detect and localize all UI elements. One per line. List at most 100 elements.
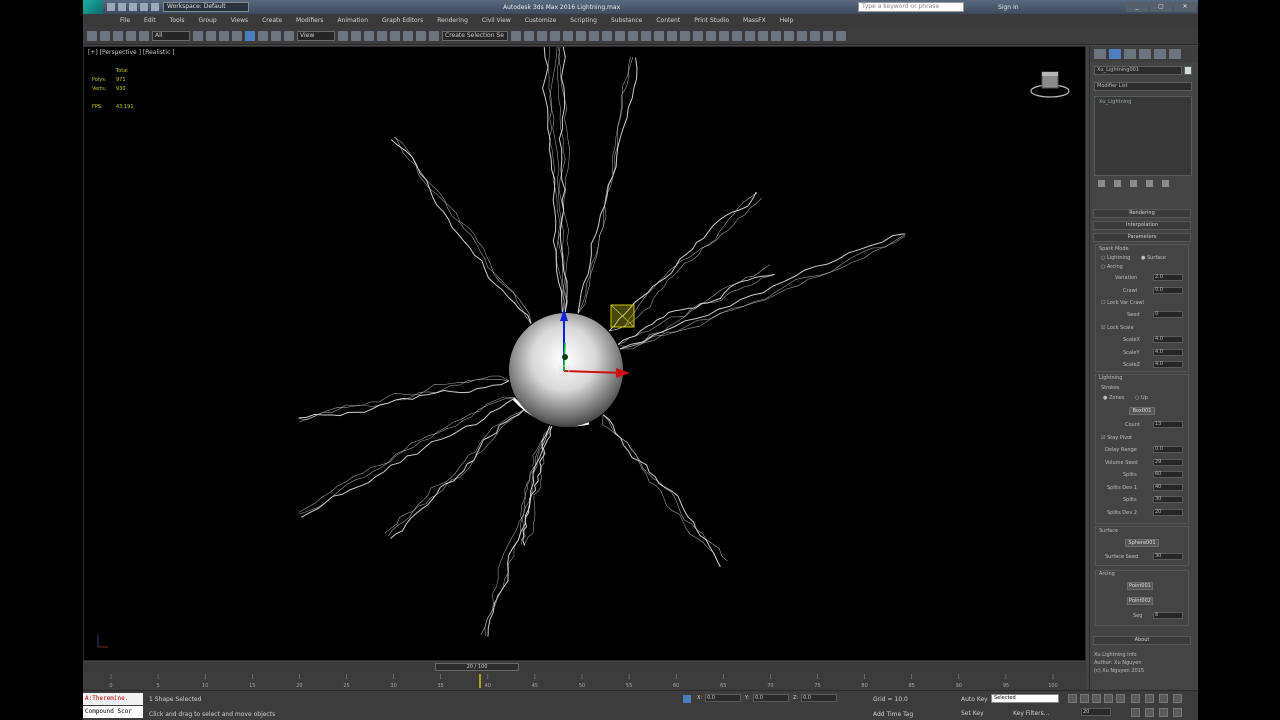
- close-icon[interactable]: ✕: [1174, 2, 1196, 12]
- systems-icon[interactable]: [810, 30, 820, 41]
- percent-snap-icon[interactable]: [403, 30, 413, 41]
- splits-dev-1-spinner[interactable]: 40: [1153, 484, 1183, 491]
- mirror-icon[interactable]: [511, 30, 521, 41]
- select-manipulate-icon[interactable]: [351, 30, 361, 41]
- select-object-icon[interactable]: [193, 30, 203, 41]
- keyboard-shortcut-icon[interactable]: [364, 30, 374, 41]
- modify-tab-icon[interactable]: [1109, 49, 1121, 59]
- box-pick-button[interactable]: Box001: [1129, 407, 1155, 415]
- populate-icon[interactable]: [706, 30, 716, 41]
- menu-modifiers[interactable]: Modifiers: [289, 17, 330, 24]
- sphere-object[interactable]: [509, 313, 623, 427]
- render-setup-icon[interactable]: [615, 30, 625, 41]
- menu-graph-editors[interactable]: Graph Editors: [375, 17, 430, 24]
- open-file-icon[interactable]: [118, 3, 126, 11]
- zones-radio[interactable]: ● Zones: [1103, 395, 1124, 401]
- utilities-tab-icon[interactable]: [1169, 49, 1181, 59]
- menu-group[interactable]: Group: [191, 17, 223, 24]
- splits-2-spinner[interactable]: 30: [1153, 496, 1183, 503]
- material-editor-icon[interactable]: [602, 30, 612, 41]
- seed-spinner[interactable]: 0: [1153, 311, 1183, 318]
- configure-sets-icon[interactable]: [1162, 180, 1169, 187]
- gizmo-x-arrow[interactable]: [616, 368, 630, 378]
- auto-key-button[interactable]: Auto Key: [961, 696, 988, 703]
- lock-scale-checkbox[interactable]: ☑ Lock Scale: [1101, 325, 1134, 331]
- named-selection-dropdown[interactable]: Create Selection Se: [442, 30, 508, 41]
- hierarchy-tab-icon[interactable]: [1124, 49, 1136, 59]
- modifier-stack[interactable]: Xu_Lightning: [1094, 96, 1192, 176]
- select-place-icon[interactable]: [284, 30, 294, 41]
- next-frame-icon[interactable]: [1104, 694, 1113, 703]
- scene-explorer-icon[interactable]: [537, 30, 547, 41]
- splits-spinner[interactable]: 60: [1153, 471, 1183, 478]
- pivot-center-icon[interactable]: [338, 30, 348, 41]
- sphere-pick-button[interactable]: Sphere001: [1125, 539, 1159, 547]
- x-coord-field[interactable]: 0.0: [705, 694, 741, 702]
- menu-print-studio[interactable]: Print Studio: [687, 17, 736, 24]
- play-icon[interactable]: [1092, 694, 1101, 703]
- modifier-icon[interactable]: [823, 30, 833, 41]
- unlink-icon[interactable]: [126, 30, 136, 41]
- menu-edit[interactable]: Edit: [137, 17, 163, 24]
- snaps-toggle-icon[interactable]: [377, 30, 387, 41]
- maxscript-listener[interactable]: A:Theremine.: [83, 693, 143, 705]
- select-scale-icon[interactable]: [271, 30, 281, 41]
- show-end-result-icon[interactable]: [1114, 180, 1121, 187]
- save-file-icon[interactable]: [129, 3, 137, 11]
- select-move-icon[interactable]: [245, 30, 255, 41]
- gizmo-center[interactable]: [562, 354, 568, 360]
- hierarchy-icon[interactable]: [836, 30, 846, 41]
- rollout-rendering[interactable]: Rendering: [1093, 209, 1191, 218]
- zoom-icon[interactable]: [1131, 694, 1140, 703]
- motion-tab-icon[interactable]: [1139, 49, 1151, 59]
- goto-start-icon[interactable]: [1068, 694, 1077, 703]
- viewcube-icon[interactable]: [1030, 69, 1070, 101]
- rect-selection-icon[interactable]: [219, 30, 229, 41]
- lights-icon[interactable]: [758, 30, 768, 41]
- spinner-snap-icon[interactable]: [416, 30, 426, 41]
- display-tab-icon[interactable]: [1154, 49, 1166, 59]
- curve-editor-icon[interactable]: [576, 30, 586, 41]
- menu-help[interactable]: Help: [773, 17, 801, 24]
- rendered-frame-window-icon[interactable]: [628, 30, 638, 41]
- maxscript-input[interactable]: Compound Scor: [83, 706, 143, 718]
- menu-tools[interactable]: Tools: [163, 17, 192, 24]
- delay-range-spinner[interactable]: 0.0: [1153, 446, 1183, 453]
- rollout-about[interactable]: About: [1093, 636, 1191, 645]
- add-time-tag-button[interactable]: Add Time Tag: [873, 711, 913, 718]
- perspective-viewport[interactable]: [+] [Perspective ] [Realistic ] Total Po…: [83, 46, 1086, 661]
- volume-seed-spinner[interactable]: 29: [1153, 459, 1183, 466]
- remove-modifier-icon[interactable]: [1146, 180, 1153, 187]
- stay-pivot-checkbox[interactable]: ☑ Stay Pivot: [1101, 435, 1132, 441]
- select-rotate-icon[interactable]: [258, 30, 268, 41]
- layer-explorer-icon[interactable]: [550, 30, 560, 41]
- menu-content[interactable]: Content: [649, 17, 687, 24]
- point2-pick-button[interactable]: Point002: [1127, 597, 1153, 605]
- menu-create[interactable]: Create: [255, 17, 289, 24]
- modifier-list-dropdown[interactable]: Modifier List: [1094, 82, 1192, 91]
- menu-views[interactable]: Views: [224, 17, 255, 24]
- redo-icon[interactable]: [151, 3, 159, 11]
- modifier-stack-item[interactable]: Xu_Lightning: [1099, 99, 1187, 105]
- new-file-icon[interactable]: [107, 3, 115, 11]
- menu-substance[interactable]: Substance: [604, 17, 649, 24]
- object-name-field[interactable]: Xu_Lightning001: [1094, 66, 1182, 75]
- scale-x-spinner[interactable]: 4.0: [1153, 336, 1183, 343]
- current-frame-field[interactable]: 20: [1081, 708, 1111, 716]
- menu-animation[interactable]: Animation: [330, 17, 375, 24]
- schematic-view-icon[interactable]: [589, 30, 599, 41]
- track-bar[interactable]: 0 5 10 15 20 25 30 35 40 45 50 55 60 65 70 75 80 85 90 95 10…: [83, 672, 1086, 690]
- scale-z-spinner[interactable]: 4.0: [1153, 361, 1183, 368]
- surface-radio[interactable]: ● Surface: [1141, 255, 1166, 261]
- render-iterative-icon[interactable]: [654, 30, 664, 41]
- object-color-swatch[interactable]: [1184, 66, 1192, 75]
- menu-scripting[interactable]: Scripting: [563, 17, 604, 24]
- y-coord-field[interactable]: 0.0: [753, 694, 789, 702]
- render-production-icon[interactable]: [641, 30, 651, 41]
- app-logo-icon[interactable]: [83, 0, 103, 14]
- object-paint-icon[interactable]: [745, 30, 755, 41]
- helpers-icon[interactable]: [784, 30, 794, 41]
- crawl-spinner[interactable]: 0.0: [1153, 287, 1183, 294]
- z-coord-field[interactable]: 0.0: [801, 694, 837, 702]
- window-crossing-icon[interactable]: [232, 30, 242, 41]
